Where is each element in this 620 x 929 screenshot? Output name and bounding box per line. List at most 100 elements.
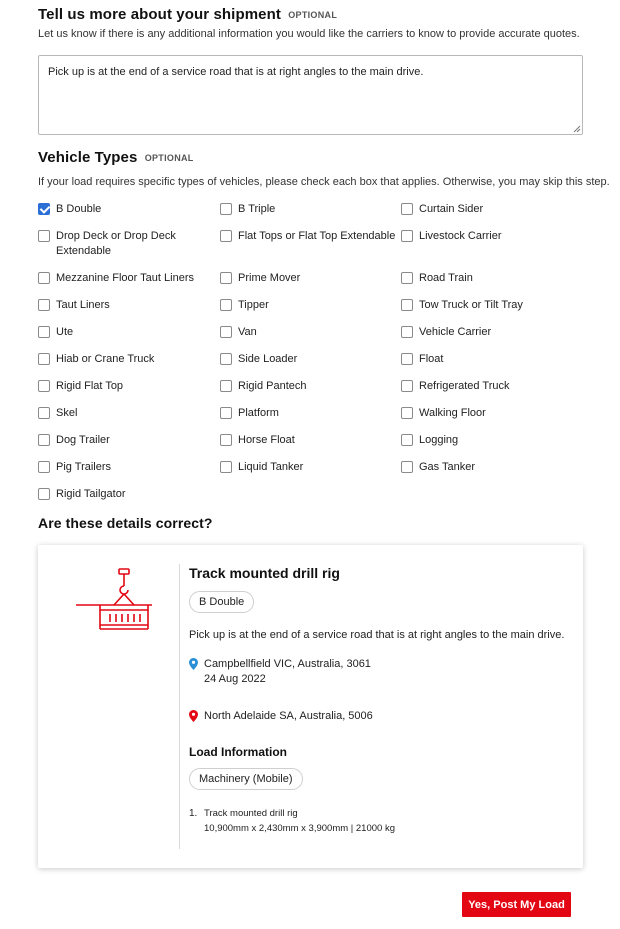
- vehicle-type-option[interactable]: Rigid Flat Top: [38, 379, 123, 394]
- vehicle-type-checkbox[interactable]: [401, 230, 413, 242]
- shipment-notes-textarea[interactable]: Pick up is at the end of a service road …: [39, 56, 582, 134]
- vehicle-type-checkbox[interactable]: [220, 407, 232, 419]
- location-pin-icon: [189, 658, 198, 670]
- vehicle-type-checkbox[interactable]: [220, 326, 232, 338]
- vehicle-type-label: Platform: [238, 407, 279, 419]
- vehicle-type-checkbox[interactable]: [38, 203, 50, 215]
- optional-tag: OPTIONAL: [144, 153, 194, 163]
- vehicle-type-option[interactable]: Vehicle Carrier: [401, 325, 491, 340]
- vehicle-type-option[interactable]: B Double: [38, 202, 101, 217]
- vehicle-type-option[interactable]: Taut Liners: [38, 298, 110, 313]
- vehicle-type-checkbox[interactable]: [401, 203, 413, 215]
- vehicle-type-checkbox[interactable]: [38, 488, 50, 500]
- vehicle-type-checkbox[interactable]: [401, 407, 413, 419]
- vehicle-type-option[interactable]: Horse Float: [220, 433, 295, 448]
- vehicle-type-label: Van: [238, 326, 257, 338]
- vehicle-type-label: Logging: [419, 434, 459, 446]
- vehicle-type-checkbox[interactable]: [220, 434, 232, 446]
- vehicle-type-option[interactable]: Road Train: [401, 271, 473, 286]
- load-item-name: Track mounted drill rig: [204, 808, 298, 819]
- vehicle-type-option[interactable]: Ute: [38, 325, 73, 340]
- vehicle-type-label: Rigid Tailgator: [56, 488, 126, 500]
- vehicle-types-heading: Vehicle Types OPTIONAL: [38, 149, 194, 166]
- vehicle-type-label: Flat Tops or Flat Top Extendable: [238, 230, 396, 242]
- vehicle-type-option[interactable]: Float: [401, 352, 443, 367]
- vehicle-type-option[interactable]: Tipper: [220, 298, 269, 313]
- load-info-heading: Load Information: [189, 745, 287, 759]
- vehicle-type-option[interactable]: Hiab or Crane Truck: [38, 352, 154, 367]
- load-item-details: 10,900mm x 2,430mm x 3,900mm | 21000 kg: [204, 823, 395, 834]
- vehicle-type-option[interactable]: B Triple: [220, 202, 275, 217]
- vehicle-type-option[interactable]: Tow Truck or Tilt Tray: [401, 298, 523, 313]
- vehicle-type-checkbox[interactable]: [220, 380, 232, 392]
- vehicle-type-checkbox[interactable]: [38, 353, 50, 365]
- vehicle-type-checkbox[interactable]: [220, 461, 232, 473]
- vehicle-type-checkbox[interactable]: [401, 380, 413, 392]
- vehicle-type-checkbox[interactable]: [220, 272, 232, 284]
- vehicle-type-checkbox[interactable]: [401, 326, 413, 338]
- vehicle-type-checkbox[interactable]: [401, 434, 413, 446]
- vehicle-type-checkbox[interactable]: [401, 299, 413, 311]
- vehicle-type-option[interactable]: Flat Tops or Flat Top Extendable: [220, 229, 395, 244]
- vehicle-type-checkbox[interactable]: [38, 380, 50, 392]
- vehicle-type-checkbox[interactable]: [38, 434, 50, 446]
- vehicle-type-label: Pig Trailers: [56, 461, 112, 473]
- vehicle-type-option[interactable]: Side Loader: [220, 352, 297, 367]
- vehicle-type-checkbox[interactable]: [220, 353, 232, 365]
- vehicle-type-checkbox[interactable]: [401, 461, 413, 473]
- vehicle-type-option[interactable]: Pig Trailers: [38, 460, 111, 475]
- vehicle-type-checkbox[interactable]: [38, 299, 50, 311]
- vehicle-type-checkbox[interactable]: [220, 299, 232, 311]
- shipment-notes-field[interactable]: Pick up is at the end of a service road …: [38, 55, 583, 135]
- vehicle-types-title: Vehicle Types: [38, 149, 138, 166]
- card-divider: [179, 564, 180, 849]
- vehicle-type-label: Taut Liners: [56, 299, 110, 311]
- vehicle-type-label: Livestock Carrier: [419, 230, 502, 242]
- vehicle-type-checkbox[interactable]: [38, 230, 50, 242]
- vehicle-type-pill: B Double: [189, 591, 255, 613]
- vehicle-type-option[interactable]: Rigid Pantech: [220, 379, 307, 394]
- vehicle-type-option[interactable]: Prime Mover: [220, 271, 300, 286]
- vehicle-type-option[interactable]: Walking Floor: [401, 406, 486, 421]
- vehicle-type-option[interactable]: Liquid Tanker: [220, 460, 303, 475]
- vehicle-type-option[interactable]: Dog Trailer: [38, 433, 110, 448]
- vehicle-type-checkbox[interactable]: [220, 203, 232, 215]
- vehicle-type-option[interactable]: Mezzanine Floor Taut Liners: [38, 271, 194, 286]
- location-pin-icon: [189, 710, 198, 722]
- vehicle-type-option[interactable]: Skel: [38, 406, 77, 421]
- vehicle-type-checkbox[interactable]: [38, 461, 50, 473]
- load-description: Pick up is at the end of a service road …: [189, 629, 565, 641]
- vehicle-type-label: Vehicle Carrier: [419, 326, 492, 338]
- vehicle-type-checkbox[interactable]: [401, 272, 413, 284]
- vehicle-type-option[interactable]: Curtain Sider: [401, 202, 483, 217]
- vehicle-type-checkbox[interactable]: [38, 326, 50, 338]
- vehicle-type-option[interactable]: Drop Deck or Drop Deck Extendable: [38, 229, 196, 259]
- vehicle-type-option[interactable]: Van: [220, 325, 257, 340]
- post-load-button[interactable]: Yes, Post My Load: [462, 892, 571, 917]
- vehicle-type-label: B Triple: [238, 203, 276, 215]
- vehicle-type-option[interactable]: Logging: [401, 433, 458, 448]
- pickup-date: 24 Aug 2022: [204, 673, 266, 685]
- pickup-address: Campbellfield VIC, Australia, 3061: [204, 658, 371, 670]
- vehicle-type-label: Tipper: [238, 299, 269, 311]
- vehicle-type-option[interactable]: Platform: [220, 406, 279, 421]
- vehicle-type-checkbox[interactable]: [401, 353, 413, 365]
- load-summary-card: Track mounted drill rig B Double Pick up…: [38, 545, 583, 868]
- vehicle-type-label: Ute: [56, 326, 74, 338]
- vehicle-types-subtitle: If your load requires specific types of …: [38, 176, 610, 188]
- vehicle-type-label: Prime Mover: [238, 272, 301, 284]
- optional-tag: OPTIONAL: [288, 10, 338, 20]
- vehicle-type-label: Liquid Tanker: [238, 461, 304, 473]
- vehicle-type-option[interactable]: Gas Tanker: [401, 460, 475, 475]
- vehicle-type-checkbox[interactable]: [38, 272, 50, 284]
- vehicle-type-option[interactable]: Rigid Tailgator: [38, 487, 126, 502]
- vehicle-type-option[interactable]: Livestock Carrier: [401, 229, 502, 244]
- vehicle-type-label: B Double: [56, 203, 102, 215]
- vehicle-type-label: Gas Tanker: [419, 461, 476, 473]
- vehicle-type-option[interactable]: Refrigerated Truck: [401, 379, 509, 394]
- vehicle-type-checkbox[interactable]: [38, 407, 50, 419]
- vehicle-type-checkbox[interactable]: [220, 230, 232, 242]
- load-title: Track mounted drill rig: [189, 565, 340, 581]
- vehicle-type-label: Rigid Pantech: [238, 380, 307, 392]
- resize-grip-icon[interactable]: [573, 125, 581, 133]
